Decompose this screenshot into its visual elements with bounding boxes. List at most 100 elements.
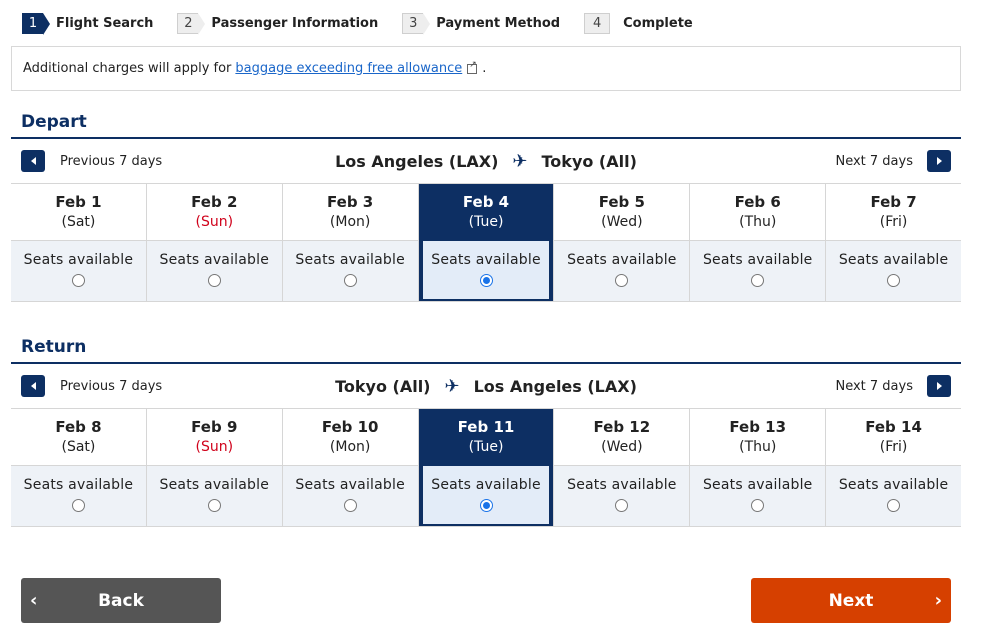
date-radio[interactable] bbox=[615, 274, 629, 287]
date-radio[interactable] bbox=[479, 499, 493, 512]
date-header: Feb 5 (Wed) bbox=[554, 184, 690, 241]
baggage-allowance-link[interactable]: baggage exceeding free allowance bbox=[235, 61, 462, 76]
step-label: Flight Search bbox=[56, 15, 154, 31]
next-7-days-button[interactable]: Next 7 days bbox=[835, 375, 951, 397]
availability-status: Seats available bbox=[567, 252, 677, 268]
date-header: Feb 1 (Sat) bbox=[11, 184, 146, 241]
availability-cell[interactable]: Seats available bbox=[422, 466, 550, 524]
next-label: Next bbox=[828, 590, 874, 611]
availability-cell[interactable]: Seats available bbox=[146, 241, 282, 301]
back-button[interactable]: ‹ Back bbox=[21, 578, 221, 623]
route-destination: Los Angeles (LAX) bbox=[473, 376, 637, 396]
date-option[interactable]: Feb 2 (Sun) Seats available bbox=[146, 184, 283, 301]
date-option[interactable]: Feb 10 (Mon) Seats available bbox=[282, 409, 419, 526]
availability-cell[interactable]: Seats available bbox=[146, 466, 282, 526]
date-radio[interactable] bbox=[615, 499, 629, 512]
date-option[interactable]: Feb 12 (Wed) Seats available bbox=[554, 409, 691, 526]
plane-icon: ✈ bbox=[444, 375, 460, 397]
previous-arrow-icon[interactable] bbox=[21, 150, 45, 172]
weekday-label: (Wed) bbox=[601, 439, 643, 455]
step-payment-method: 3 Payment Method bbox=[402, 12, 561, 35]
date-header: Feb 12 (Wed) bbox=[554, 409, 690, 466]
step-number: 4 bbox=[584, 12, 611, 34]
availability-cell[interactable]: Seats available bbox=[554, 241, 690, 301]
return-section: Return Tokyo (All) ✈ Los Angeles (LAX) P… bbox=[11, 335, 962, 527]
next-button[interactable]: Next › bbox=[751, 578, 951, 623]
previous-arrow-icon[interactable] bbox=[21, 375, 45, 397]
availability-cell[interactable]: Seats available bbox=[11, 466, 146, 526]
previous-7-days-button[interactable]: Previous 7 days bbox=[21, 150, 162, 172]
availability-cell[interactable]: Seats available bbox=[282, 466, 418, 526]
date-label: Feb 8 bbox=[55, 418, 102, 436]
next-7-days-button[interactable]: Next 7 days bbox=[835, 150, 951, 172]
date-option[interactable]: Feb 5 (Wed) Seats available bbox=[554, 184, 691, 301]
availability-status: Seats available bbox=[159, 477, 270, 493]
weekday-label: (Thu) bbox=[739, 214, 777, 230]
step-label: Complete bbox=[623, 15, 693, 31]
date-label: Feb 7 bbox=[870, 193, 917, 211]
date-nav: Tokyo (All) ✈ Los Angeles (LAX) Previous… bbox=[11, 364, 961, 408]
date-option[interactable]: Feb 3 (Mon) Seats available bbox=[282, 184, 419, 301]
step-label: Payment Method bbox=[436, 15, 561, 31]
date-label: Feb 4 bbox=[462, 193, 510, 211]
previous-7-days-button[interactable]: Previous 7 days bbox=[21, 375, 162, 397]
previous-label[interactable]: Previous 7 days bbox=[60, 379, 162, 394]
next-label[interactable]: Next 7 days bbox=[835, 154, 913, 169]
date-radio[interactable] bbox=[71, 499, 85, 512]
next-arrow-icon[interactable] bbox=[927, 150, 951, 172]
availability-cell[interactable]: Seats available bbox=[690, 241, 826, 301]
date-option[interactable]: Feb 8 (Sat) Seats available bbox=[11, 409, 147, 526]
step-number: 2 bbox=[177, 12, 206, 35]
date-radio[interactable] bbox=[343, 274, 357, 287]
availability-status: Seats available bbox=[159, 252, 270, 268]
chevron-right-icon: › bbox=[934, 590, 942, 611]
date-header: Feb 7 (Fri) bbox=[826, 184, 962, 241]
weekday-label: (Fri) bbox=[879, 214, 908, 230]
date-option[interactable]: Feb 14 (Fri) Seats available bbox=[826, 409, 962, 526]
date-option[interactable]: Feb 13 (Thu) Seats available bbox=[690, 409, 827, 526]
date-label: Feb 12 bbox=[593, 418, 651, 436]
availability-cell[interactable]: Seats available bbox=[282, 241, 418, 301]
date-radio[interactable] bbox=[479, 274, 493, 287]
weekday-label: (Mon) bbox=[329, 439, 371, 455]
date-header: Feb 8 (Sat) bbox=[11, 409, 146, 466]
back-label: Back bbox=[98, 590, 144, 611]
weekday-label: (Fri) bbox=[879, 439, 908, 455]
previous-label[interactable]: Previous 7 days bbox=[60, 154, 162, 169]
availability-cell[interactable]: Seats available bbox=[690, 466, 826, 526]
date-option[interactable]: Feb 11 (Tue) Seats available bbox=[418, 409, 555, 526]
availability-status: Seats available bbox=[838, 252, 949, 268]
availability-cell[interactable]: Seats available bbox=[554, 466, 690, 526]
availability-status: Seats available bbox=[702, 252, 813, 268]
date-header: Feb 13 (Thu) bbox=[690, 409, 826, 466]
availability-status: Seats available bbox=[23, 252, 134, 268]
date-header: Feb 14 (Fri) bbox=[826, 409, 962, 466]
date-radio[interactable] bbox=[207, 499, 221, 512]
date-radio[interactable] bbox=[343, 499, 357, 512]
date-option[interactable]: Feb 1 (Sat) Seats available bbox=[11, 184, 147, 301]
date-radio[interactable] bbox=[887, 274, 901, 287]
date-option[interactable]: Feb 9 (Sun) Seats available bbox=[146, 409, 283, 526]
date-radio[interactable] bbox=[71, 274, 85, 287]
date-option[interactable]: Feb 6 (Thu) Seats available bbox=[690, 184, 827, 301]
availability-cell[interactable]: Seats available bbox=[826, 466, 962, 526]
external-link-icon bbox=[467, 60, 478, 74]
next-label[interactable]: Next 7 days bbox=[835, 379, 913, 394]
step-number: 3 bbox=[402, 12, 431, 35]
weekday-label: (Sun) bbox=[195, 439, 234, 455]
availability-cell[interactable]: Seats available bbox=[11, 241, 146, 301]
date-radio[interactable] bbox=[207, 274, 221, 287]
date-header: Feb 3 (Mon) bbox=[282, 184, 418, 241]
date-option[interactable]: Feb 7 (Fri) Seats available bbox=[826, 184, 962, 301]
date-radio[interactable] bbox=[751, 274, 765, 287]
date-option[interactable]: Feb 4 (Tue) Seats available bbox=[418, 184, 555, 301]
date-label: Feb 6 bbox=[734, 193, 781, 211]
progress-steps: 1 Flight Search 2 Passenger Information … bbox=[22, 12, 717, 35]
availability-cell[interactable]: Seats available bbox=[422, 241, 550, 299]
date-radio[interactable] bbox=[887, 499, 901, 512]
depart-date-grid: Feb 1 (Sat) Seats available Feb 2 (Sun) Seats… bbox=[11, 183, 962, 302]
next-arrow-icon[interactable] bbox=[927, 375, 951, 397]
date-radio[interactable] bbox=[751, 499, 765, 512]
weekday-label: (Wed) bbox=[601, 214, 643, 230]
availability-cell[interactable]: Seats available bbox=[826, 241, 962, 301]
